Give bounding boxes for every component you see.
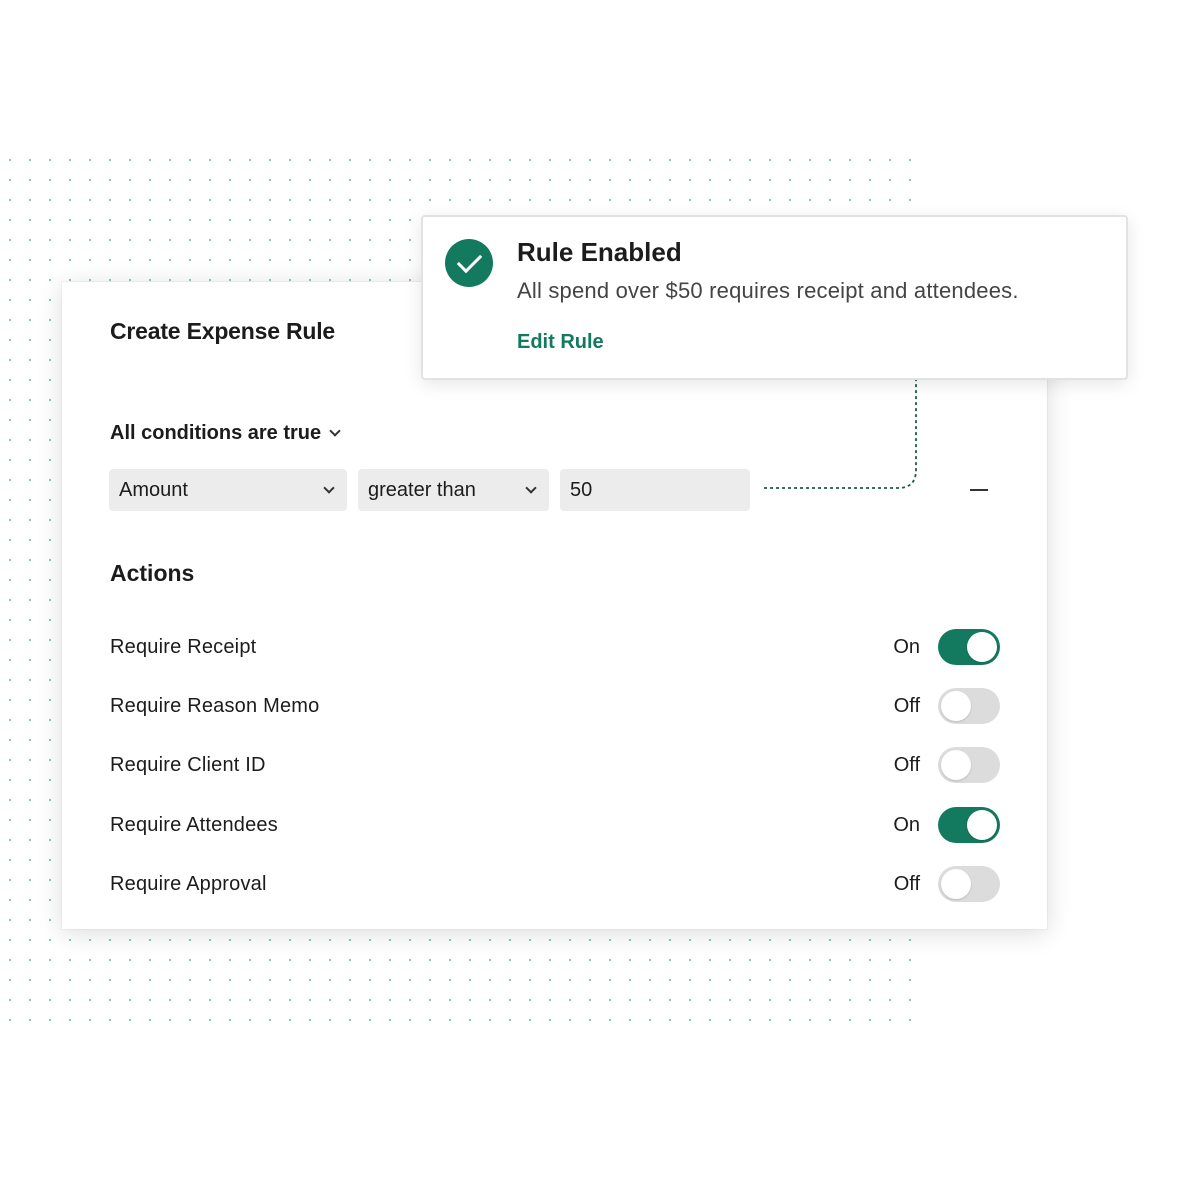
require-approval-toggle[interactable]: [938, 866, 1000, 902]
toast-message: All spend over $50 requires receipt and …: [517, 278, 1019, 303]
remove-condition-button[interactable]: [968, 479, 990, 501]
toggle-state-label: Off: [893, 694, 920, 717]
toggle-state-label: On: [893, 635, 920, 658]
toggle-state-label: Off: [893, 753, 920, 776]
condition-mode-label: All conditions are true: [110, 422, 322, 444]
toast-title: Rule Enabled: [517, 237, 682, 267]
toggle-knob: [967, 632, 997, 662]
action-row-require-receipt: Require Receipt On: [110, 627, 1000, 667]
condition-field-value: Amount: [119, 478, 188, 501]
action-label: Require Approval: [110, 872, 267, 895]
require-client-id-toggle[interactable]: [938, 747, 1000, 783]
require-attendees-toggle[interactable]: [938, 807, 1000, 843]
check-circle-icon: [445, 239, 493, 287]
chevron-down-icon: [323, 481, 335, 494]
condition-mode-dropdown[interactable]: All conditions are true: [110, 422, 341, 445]
require-receipt-toggle[interactable]: [938, 629, 1000, 665]
action-row-require-client-id: Require Client ID Off: [110, 745, 1000, 785]
action-label: Require Reason Memo: [110, 694, 320, 717]
chevron-down-icon: [525, 481, 537, 494]
actions-heading: Actions: [110, 560, 195, 586]
action-row-require-reason-memo: Require Reason Memo Off: [110, 686, 1000, 726]
require-reason-memo-toggle[interactable]: [938, 688, 1000, 724]
toggle-group: On: [888, 807, 1000, 843]
action-label: Require Receipt: [110, 635, 257, 658]
condition-operator-select[interactable]: greater than: [358, 469, 549, 511]
toggle-knob: [941, 691, 971, 721]
toggle-group: Off: [888, 866, 1000, 902]
chevron-down-icon: [329, 425, 341, 437]
action-label: Require Client ID: [110, 753, 266, 776]
condition-operator-value: greater than: [368, 478, 476, 501]
toggle-group: Off: [888, 688, 1000, 724]
edit-rule-link[interactable]: Edit Rule: [517, 331, 604, 354]
toggle-state-label: Off: [893, 872, 920, 895]
action-row-require-approval: Require Approval Off: [110, 864, 1000, 904]
toggle-state-label: On: [893, 813, 920, 836]
toggle-knob: [941, 750, 971, 780]
toggle-group: On: [888, 629, 1000, 665]
action-label: Require Attendees: [110, 813, 278, 836]
condition-value-text: 50: [570, 478, 593, 501]
toggle-knob: [967, 810, 997, 840]
rule-enabled-toast: Rule Enabled All spend over $50 requires…: [421, 215, 1128, 380]
condition-value-input[interactable]: 50: [560, 469, 750, 511]
toggle-knob: [941, 869, 971, 899]
action-row-require-attendees: Require Attendees On: [110, 805, 1000, 845]
toggle-group: Off: [888, 747, 1000, 783]
card-title: Create Expense Rule: [110, 318, 336, 344]
condition-field-select[interactable]: Amount: [109, 469, 347, 511]
